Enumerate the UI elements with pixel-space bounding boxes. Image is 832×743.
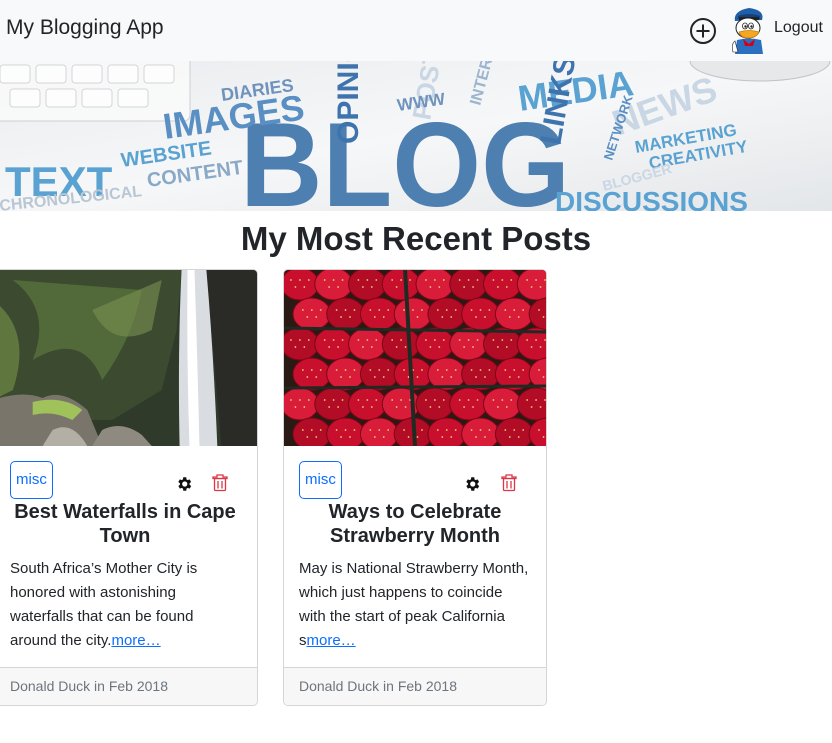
post-excerpt-text: South Africa’s Mother City is honored wi…: [10, 560, 198, 649]
post-footer: Donald Duck in Feb 2018: [0, 667, 257, 705]
post-card: misc Ways to Celebrate Strawberry Month …: [283, 269, 547, 706]
waterfall-image[interactable]: [0, 270, 257, 446]
post-excerpt: May is National Strawberry Month, which …: [299, 557, 530, 653]
post-footer: Donald Duck in Feb 2018: [284, 667, 546, 705]
brand-link[interactable]: My Blogging App: [6, 16, 164, 40]
post-title: Best Waterfalls in Cape Town: [14, 501, 236, 547]
plus-circle-icon[interactable]: [689, 17, 717, 45]
more-link[interactable]: more…: [307, 632, 356, 649]
blog-word-cloud-image: BLOG TEXT IMAGES MEDIA WEBSITE CONTENT D…: [0, 61, 832, 211]
gear-icon[interactable]: [463, 475, 481, 493]
more-link[interactable]: more…: [111, 632, 160, 649]
post-title: Ways to Celebrate Strawberry Month: [328, 501, 502, 547]
navbar: My Blogging App Logout: [0, 0, 832, 61]
category-badge[interactable]: misc: [299, 461, 342, 499]
hero-banner: BLOG TEXT IMAGES MEDIA WEBSITE CONTENT D…: [0, 61, 832, 211]
post-excerpt: South Africa’s Mother City is honored wi…: [10, 557, 241, 653]
hero-word-discussions: DISCUSSIONS: [555, 186, 748, 211]
hero-word-opinion: OPINION: [332, 61, 365, 144]
donald-duck-avatar-icon[interactable]: [729, 4, 769, 54]
trash-icon[interactable]: [212, 474, 228, 492]
strawberries-image[interactable]: [284, 270, 546, 446]
category-badge[interactable]: misc: [10, 461, 53, 499]
logout-link[interactable]: Logout: [774, 19, 823, 37]
gear-icon[interactable]: [175, 475, 193, 493]
trash-icon[interactable]: [501, 474, 517, 492]
page-title: My Most Recent Posts: [240, 220, 592, 257]
post-card: misc Best Waterfalls in Cape Town South …: [0, 269, 258, 706]
